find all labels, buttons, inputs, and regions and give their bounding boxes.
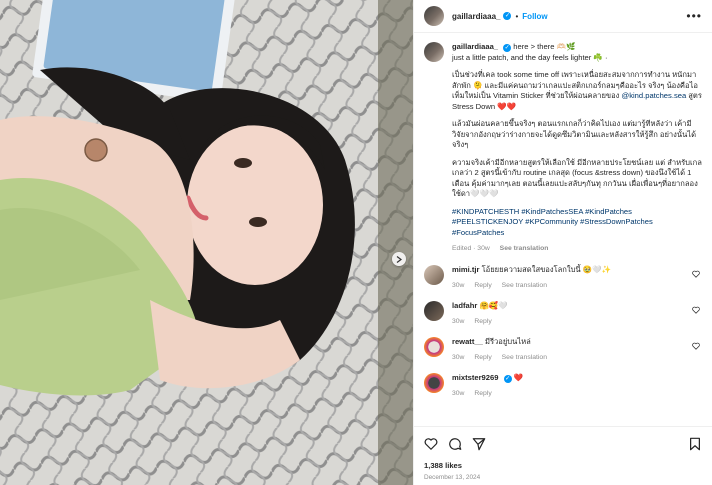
comment-item: rewatt__ มีรีวอยู่บนไหล่ 30w Reply See t… <box>424 336 702 363</box>
comment-icon[interactable] <box>448 437 462 451</box>
photo-illustration <box>0 0 413 485</box>
commenter-avatar[interactable] <box>424 372 444 393</box>
caption-meta: Edited · 30w See translation <box>452 244 702 255</box>
comment-username[interactable]: mimi.tjr <box>452 265 479 274</box>
see-translation-button[interactable]: See translation <box>502 282 547 289</box>
post-date: December 13, 2024 <box>424 474 481 481</box>
verified-badge-icon: ✓ <box>503 44 512 52</box>
separator-dot: • <box>515 11 519 21</box>
like-comment-heart-icon[interactable] <box>692 306 700 314</box>
commenter-avatar[interactable] <box>424 264 444 285</box>
comment-age: 30w <box>452 281 465 289</box>
hashtags[interactable]: #KINDPATCHESTH #KindPatchesSEA #KindPatc… <box>452 207 702 239</box>
like-comment-heart-icon[interactable] <box>692 342 700 350</box>
caption-username[interactable]: gaillardiaaa_ <box>452 42 498 51</box>
comment-text: ❤️ <box>513 372 524 382</box>
commenter-avatar[interactable] <box>424 336 444 357</box>
reply-button[interactable]: Reply <box>474 318 491 325</box>
commenter-avatar[interactable] <box>424 300 444 321</box>
post-header: gaillardiaaa_ ✓ • Follow ••• <box>414 0 712 33</box>
post-photo[interactable] <box>0 0 413 485</box>
like-heart-icon[interactable] <box>424 437 438 451</box>
heart-emoji: ❤️❤️ <box>497 101 517 111</box>
post-details-panel: gaillardiaaa_ ✓ • Follow ••• gaillardiaa… <box>413 0 712 485</box>
caption-line-1: here > there 🫶🏻🌿 <box>513 42 576 51</box>
caption-avatar[interactable] <box>424 42 444 62</box>
verified-badge-icon: ✓ <box>503 12 512 20</box>
see-translation-button[interactable]: See translation <box>500 245 549 252</box>
caption-paragraph-1: เป็นช่วงที่เคล took some time off เพราะเ… <box>452 70 702 112</box>
comment-age: 30w <box>452 317 465 325</box>
comment-age: 30w <box>452 353 465 361</box>
comment-text: โอ้ยยยความสดใสของโลกใบนี้ 🥹🤍✨ <box>481 264 612 274</box>
comment-item: mixtster9269 ✓ ❤️ 30w Reply <box>424 372 702 399</box>
chevron-right-icon <box>396 255 402 263</box>
edited-label: Edited · 30w <box>452 245 490 252</box>
share-icon[interactable] <box>472 437 486 451</box>
bookmark-icon[interactable] <box>688 437 702 451</box>
see-translation-button[interactable]: See translation <box>502 354 547 361</box>
caption-paragraph-3: ความจริงเค้ามีอีกหลายสูตรให้เลือกใช้ มีอ… <box>452 157 702 199</box>
action-icons <box>424 435 702 453</box>
mention-link[interactable]: @kind.patches.sea <box>621 91 686 100</box>
reply-button[interactable]: Reply <box>474 354 491 361</box>
comment-username[interactable]: rewatt__ <box>452 337 483 346</box>
comment-text: 🤗🥰🤍 <box>479 300 508 310</box>
more-options-icon[interactable]: ••• <box>686 9 702 23</box>
comment-username[interactable]: mixtster9269 <box>452 373 498 382</box>
caption: gaillardiaaa_ ✓ here > there 🫶🏻🌿 just a … <box>424 42 702 255</box>
comment-text: มีรีวอยู่บนไหล่ <box>484 336 531 346</box>
post-actions: 1,388 likes December 13, 2024 <box>414 426 712 484</box>
comment-item: ladfahr 🤗🥰🤍 30w Reply <box>424 300 702 327</box>
caption-line-2: just a little patch, and the day feels l… <box>452 52 608 62</box>
author-username[interactable]: gaillardiaaa_ <box>452 12 500 21</box>
comment-username[interactable]: ladfahr <box>452 301 477 310</box>
comment-age: 30w <box>452 389 465 397</box>
likes-count[interactable]: 1,388 likes <box>424 461 702 470</box>
follow-button[interactable]: Follow <box>522 12 547 21</box>
carousel-next-button[interactable] <box>392 252 406 266</box>
author-avatar[interactable] <box>424 6 444 26</box>
caption-body: gaillardiaaa_ ✓ here > there 🫶🏻🌿 just a … <box>452 42 702 255</box>
verified-badge-icon: ✓ <box>503 374 512 383</box>
caption-paragraph-2: แล้วมันผ่อนคลายขึ้นจริงๆ ตอนแรกเกลก็ว่าค… <box>452 119 697 149</box>
reply-button[interactable]: Reply <box>474 282 491 289</box>
comments-scroll-area[interactable]: gaillardiaaa_ ✓ here > there 🫶🏻🌿 just a … <box>414 34 712 425</box>
reply-button[interactable]: Reply <box>474 390 491 397</box>
comment-item: mimi.tjr โอ้ยยยความสดใสของโลกใบนี้ 🥹🤍✨ 3… <box>424 264 702 291</box>
like-comment-heart-icon[interactable] <box>692 270 700 278</box>
post-modal: gaillardiaaa_ ✓ • Follow ••• gaillardiaa… <box>0 0 712 485</box>
